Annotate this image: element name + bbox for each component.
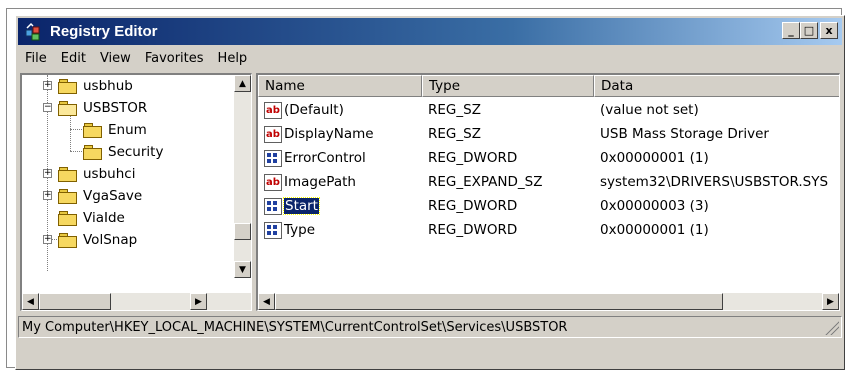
value-data: 0x00000003 (3) (600, 198, 709, 214)
value-data: 0x00000001 (1) (600, 150, 709, 166)
value-type: REG_DWORD (428, 222, 518, 238)
value-name: Start (283, 197, 320, 215)
tree-item-enum[interactable]: Enum (83, 119, 147, 141)
binary-value-icon (264, 221, 282, 239)
list-horizontal-scrollbar[interactable]: ◀ ▶ (258, 293, 839, 310)
tree-horizontal-scrollbar[interactable]: ◀ ▶ (22, 293, 251, 310)
title-bar[interactable]: Registry Editor _ □ x (18, 18, 842, 45)
registry-editor-window: Registry Editor _ □ x File Edit View Fav… (15, 15, 845, 370)
value-type: REG_SZ (428, 126, 481, 142)
expand-icon[interactable]: + (43, 191, 52, 200)
tree-item-label: USBSTOR (83, 100, 148, 116)
value-data: (value not set) (600, 102, 699, 118)
scroll-left-button[interactable]: ◀ (258, 293, 275, 310)
folder-icon (58, 188, 78, 204)
tree-item-label: ViaIde (83, 210, 125, 226)
status-bar: My Computer\HKEY_LOCAL_MACHINE\SYSTEM\Cu… (18, 316, 842, 338)
scroll-left-button[interactable]: ◀ (22, 293, 39, 310)
key-path: My Computer\HKEY_LOCAL_MACHINE\SYSTEM\Cu… (22, 319, 568, 335)
list-row[interactable]: ab DisplayName REG_SZ USB Mass Storage Dr… (258, 122, 839, 146)
binary-value-icon (264, 197, 282, 215)
list-row[interactable]: ab (Default) REG_SZ (value not set) (258, 98, 839, 122)
value-name: Type (284, 222, 316, 238)
scroll-thumb[interactable] (234, 223, 251, 240)
value-name: DisplayName (284, 126, 374, 142)
list-row[interactable]: ErrorControl REG_DWORD 0x00000001 (1) (258, 146, 839, 170)
resize-grip-icon[interactable] (825, 321, 839, 335)
tree-item-usbstor[interactable]: − USBSTOR (42, 97, 147, 119)
value-type: REG_DWORD (428, 198, 518, 214)
value-name: (Default) (284, 102, 344, 118)
menu-help[interactable]: Help (211, 51, 255, 66)
tree-item-vgasave[interactable]: + VgaSave (42, 185, 142, 207)
menu-edit[interactable]: Edit (54, 51, 93, 66)
tree-item-label: usbuhci (83, 166, 136, 182)
tree-item-label: VolSnap (83, 232, 138, 248)
expand-icon[interactable]: + (43, 235, 52, 244)
tree-item-label: usbhub (83, 78, 133, 94)
scroll-right-button[interactable]: ▶ (822, 293, 839, 310)
value-data: USB Mass Storage Driver (600, 126, 769, 142)
open-folder-icon (58, 100, 78, 116)
expand-icon[interactable]: + (43, 169, 52, 178)
value-data: system32\DRIVERS\USBSTOR.SYS (600, 174, 829, 190)
value-type: REG_SZ (428, 102, 481, 118)
column-header-name[interactable]: Name (258, 75, 422, 97)
scroll-up-button[interactable]: ▲ (234, 75, 251, 92)
list-row-selected[interactable]: Start REG_DWORD 0x00000003 (3) (258, 194, 839, 218)
folder-icon (58, 78, 78, 94)
folder-icon (83, 144, 103, 160)
folder-icon (83, 122, 103, 138)
scroll-thumb[interactable] (275, 293, 723, 310)
scroll-thumb[interactable] (39, 293, 111, 310)
tree-vertical-scrollbar[interactable]: ▲ ▼ (234, 75, 251, 278)
close-button[interactable]: x (820, 22, 838, 39)
string-value-icon: ab (264, 101, 282, 119)
value-data: 0x00000001 (1) (600, 222, 709, 238)
menu-file[interactable]: File (18, 51, 54, 66)
column-header-type[interactable]: Type (422, 75, 594, 97)
key-tree-pane[interactable]: + usbhub − USBSTOR Enum Security + usbuh… (20, 73, 252, 311)
value-name: ErrorControl (284, 150, 366, 166)
string-value-icon: ab (264, 125, 282, 143)
values-list-pane[interactable]: Name Type Data ab (Default) REG_SZ (value… (256, 73, 840, 311)
menu-view[interactable]: View (93, 51, 138, 66)
registry-editor-icon (24, 22, 44, 42)
tree-item-security[interactable]: Security (83, 141, 163, 163)
tree-item-label: VgaSave (83, 188, 143, 204)
tree-item-volsnap[interactable]: + VolSnap (42, 229, 137, 251)
tree-connector (70, 129, 82, 130)
column-header-data[interactable]: Data (594, 75, 839, 97)
scroll-down-button[interactable]: ▼ (234, 261, 251, 278)
window-title: Registry Editor (50, 23, 158, 40)
maximize-button[interactable]: □ (800, 22, 818, 39)
tree-connector (70, 151, 82, 152)
collapse-icon[interactable]: − (43, 103, 52, 112)
folder-icon (58, 166, 78, 182)
tree-item-viaide[interactable]: ViaIde (58, 207, 125, 229)
tree-item-label: Security (108, 144, 164, 160)
tree-item-usbhub[interactable]: + usbhub (42, 75, 133, 97)
string-value-icon: ab (264, 173, 282, 191)
expand-icon[interactable]: + (43, 81, 52, 90)
minimize-button[interactable]: _ (782, 22, 800, 39)
value-type: REG_EXPAND_SZ (428, 174, 543, 190)
list-row[interactable]: ab ImagePath REG_EXPAND_SZ system32\DRIVE… (258, 170, 839, 194)
value-type: REG_DWORD (428, 150, 518, 166)
folder-icon (58, 232, 78, 248)
menu-favorites[interactable]: Favorites (138, 51, 211, 66)
folder-icon (58, 210, 78, 226)
tree-item-label: Enum (108, 122, 147, 138)
scroll-right-button[interactable]: ▶ (190, 293, 207, 310)
list-row[interactable]: Type REG_DWORD 0x00000001 (1) (258, 218, 839, 242)
value-name: ImagePath (284, 174, 356, 190)
tree-item-usbuhci[interactable]: + usbuhci (42, 163, 135, 185)
binary-value-icon (264, 149, 282, 167)
menu-bar: File Edit View Favorites Help (18, 47, 842, 69)
